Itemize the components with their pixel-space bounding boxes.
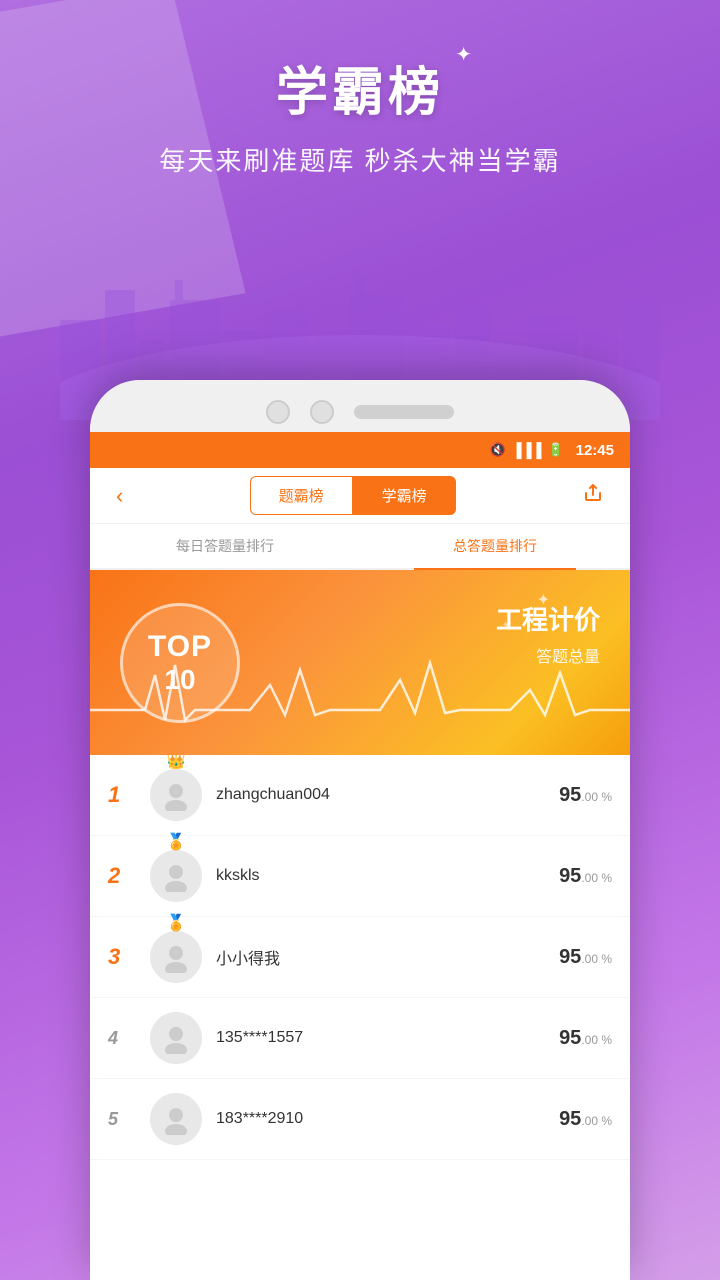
score-small-3: .00 % (581, 952, 612, 966)
score-big-1: 95 (559, 784, 581, 806)
rank-item-3: 3 🏅 小小得我 95.00 % (90, 917, 630, 998)
rank-name-3: 小小得我 (216, 945, 559, 969)
rank-item-1: 1 👑 zhangchuan004 95.00 % (90, 755, 630, 836)
avatar-icon-3 (160, 941, 192, 973)
crown-icon-3: 🏅 (166, 913, 186, 933)
avatar-3: 🏅 (150, 931, 202, 983)
rank-number-5: 5 (108, 1109, 136, 1130)
rank-score-5: 95.00 % (559, 1108, 612, 1131)
sub-tab-daily[interactable]: 每日答题量排行 (90, 524, 360, 568)
crown-icon-1: 👑 (166, 755, 186, 771)
app-content: 🔇 ▐▐▐ 🔋 12:45 ‹ 题霸榜 学霸榜 (90, 432, 630, 1280)
rank-item-2: 2 🏅 kkskls 95.00 % (90, 836, 630, 917)
phone-camera-right (310, 400, 334, 424)
header-title: 学霸榜 ✦ (276, 50, 444, 125)
sub-tab-total[interactable]: 总答题量排行 (360, 524, 630, 568)
banner-info: 工程计价 答题总量 (496, 600, 600, 667)
sparkle-decoration: ✦ (537, 590, 550, 610)
rank-name-1: zhangchuan004 (216, 786, 559, 804)
phone-top-bar (90, 380, 630, 432)
status-icons: 🔇 ▐▐▐ 🔋 12:45 (489, 442, 614, 459)
phone-wrapper: 🔇 ▐▐▐ 🔋 12:45 ‹ 题霸榜 学霸榜 (90, 380, 630, 1280)
ecg-chart (90, 655, 630, 735)
rank-score-3: 95.00 % (559, 946, 612, 969)
sub-tabs: 每日答题量排行 总答题量排行 (90, 524, 630, 570)
share-button[interactable] (574, 478, 612, 514)
phone-frame: 🔇 ▐▐▐ 🔋 12:45 ‹ 题霸榜 学霸榜 (90, 380, 630, 1280)
header-subtitle: 每天来刷准题库 秒杀大神当学霸 (0, 141, 720, 178)
score-big-2: 95 (559, 865, 581, 887)
avatar-icon-5 (160, 1103, 192, 1135)
score-small-1: .00 % (581, 790, 612, 804)
score-small-4: .00 % (581, 1033, 612, 1047)
rank-score-2: 95.00 % (559, 865, 612, 888)
phone-speaker (354, 405, 454, 419)
rank-number-1: 1 (108, 782, 136, 808)
header-area: 学霸榜 ✦ 每天来刷准题库 秒杀大神当学霸 (0, 50, 720, 178)
rank-score-1: 95.00 % (559, 784, 612, 807)
nav-tabs: 题霸榜 学霸榜 (131, 476, 574, 515)
tab-tiba[interactable]: 题霸榜 (250, 476, 353, 515)
rank-score-4: 95.00 % (559, 1027, 612, 1050)
banner-description: 答题总量 (496, 643, 600, 667)
avatar-1: 👑 (150, 769, 202, 821)
crown-icon-2: 🏅 (166, 832, 186, 852)
title-text: 学霸榜 (276, 64, 444, 122)
avatar-5 (150, 1093, 202, 1145)
rank-number-3: 3 (108, 944, 136, 970)
banner: TOP 10 工程计价 答题总量 ✦ ✦ (90, 570, 630, 755)
score-small-5: .00 % (581, 1114, 612, 1128)
rank-name-2: kkskls (216, 867, 559, 885)
status-bar: 🔇 ▐▐▐ 🔋 12:45 (90, 432, 630, 468)
avatar-icon-1 (160, 779, 192, 811)
avatar-2: 🏅 (150, 850, 202, 902)
rank-number-4: 4 (108, 1028, 136, 1049)
avatar-4 (150, 1012, 202, 1064)
back-button[interactable]: ‹ (108, 479, 131, 513)
rank-name-5: 183****2910 (216, 1110, 559, 1128)
signal-icon: ▐▐▐ (512, 442, 542, 458)
leaderboard: 1 👑 zhangchuan004 95.00 % 2 🏅 (90, 755, 630, 1280)
score-big-4: 95 (559, 1027, 581, 1049)
tab-xueba[interactable]: 学霸榜 (353, 476, 456, 515)
avatar-icon-2 (160, 860, 192, 892)
score-big-5: 95 (559, 1108, 581, 1130)
rank-name-4: 135****1557 (216, 1029, 559, 1047)
rank-item-5: 5 183****2910 95.00 % (90, 1079, 630, 1160)
rank-item-4: 4 135****1557 95.00 % (90, 998, 630, 1079)
score-big-3: 95 (559, 946, 581, 968)
status-time: 12:45 (576, 442, 614, 459)
rank-number-2: 2 (108, 863, 136, 889)
phone-camera-left (266, 400, 290, 424)
sparkle-decoration2: ✦ (502, 620, 510, 631)
nav-bar: ‹ 题霸榜 学霸榜 (90, 468, 630, 524)
mute-icon: 🔇 (489, 442, 505, 458)
avatar-icon-4 (160, 1022, 192, 1054)
score-small-2: .00 % (581, 871, 612, 885)
battery-icon: 🔋 (547, 442, 563, 458)
sparkle-icon: ✦ (455, 42, 472, 67)
